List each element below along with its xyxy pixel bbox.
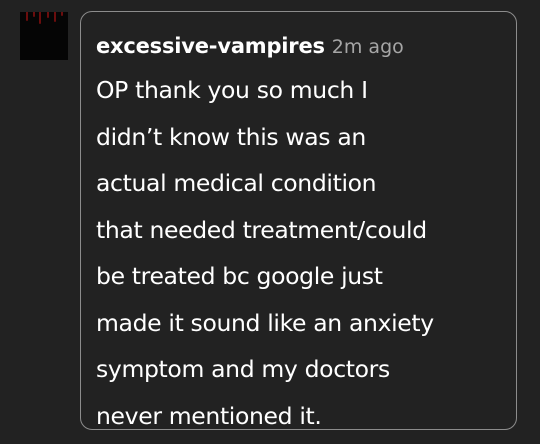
reply-bubble: excessive-vampires 2m ago OP thank you so… — [80, 11, 517, 430]
reply-text-line: made it sound like an anxiety — [96, 308, 434, 337]
reply-text-line: actual medical condition — [96, 169, 377, 197]
timestamp: 2m ago — [331, 36, 404, 58]
reply-text-line: be treated bc google just — [96, 262, 383, 290]
avatar[interactable] — [20, 12, 68, 60]
reply-text: OP thank you so much I didn’t know this … — [96, 67, 504, 439]
reply-text-line: OP thank you so much I — [96, 76, 368, 104]
reply-text-line: didn’t know this was an — [96, 122, 366, 151]
reply-header: excessive-vampires 2m ago — [96, 26, 504, 66]
reply-text-line: never mentioned it. — [96, 401, 322, 430]
username[interactable]: excessive-vampires — [96, 34, 325, 58]
reply-text-line: symptom and my doctors — [96, 355, 390, 383]
reply-text-line: that needed treatment/could — [96, 215, 427, 244]
